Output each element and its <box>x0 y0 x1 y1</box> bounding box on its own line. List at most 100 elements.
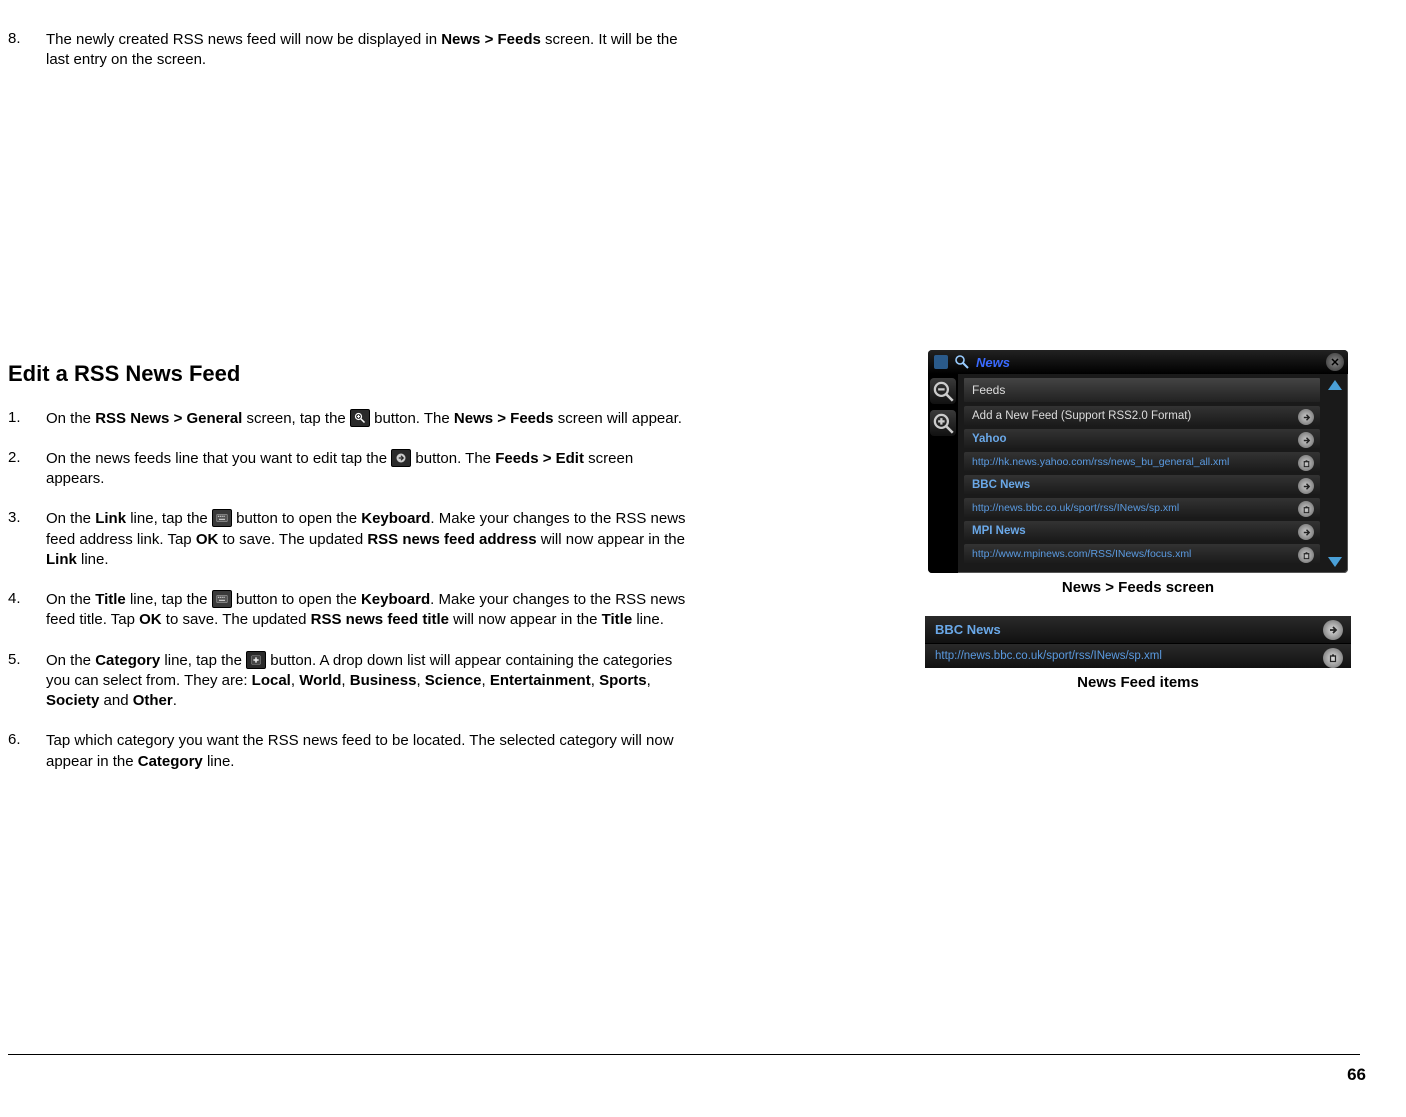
step-text: line, tap the <box>126 510 212 527</box>
step-bold: Business <box>350 672 417 689</box>
step-bold: Category <box>95 652 160 669</box>
step-text: line. <box>77 551 109 568</box>
scroll-down-icon <box>1328 557 1342 567</box>
step-text: , <box>416 672 424 689</box>
step-text: button. The <box>411 450 495 467</box>
step-bold: Science <box>425 672 482 689</box>
step-number: 5. <box>8 651 46 712</box>
step-text: to save. The updated <box>162 611 311 628</box>
step-5: 5.On the Category line, tap the button. … <box>8 651 688 712</box>
step-bold: News > Feeds <box>454 410 554 427</box>
close-icon <box>1326 353 1344 371</box>
feed-name: Yahoo <box>972 433 1007 445</box>
zoom-in-icon <box>930 410 956 436</box>
step-text: button to open the <box>232 591 361 608</box>
step-text: , <box>647 672 651 689</box>
page-footer-rule <box>8 1054 1360 1055</box>
feed-name-row: BBC News <box>964 475 1320 495</box>
step-8: 8. The newly created RSS news feed will … <box>8 30 688 71</box>
screenshot-main: Feeds Add a New Feed (Support RSS2.0 For… <box>958 374 1348 573</box>
step-8-text-a: The newly created RSS news feed will now… <box>46 31 441 48</box>
step-text: line. <box>203 753 235 770</box>
step-8-bold: News > Feeds <box>441 31 541 48</box>
feed-url: http://hk.news.yahoo.com/rss/news_bu_gen… <box>972 456 1229 468</box>
mini-feed-url-row: http://news.bbc.co.uk/sport/rss/INews/sp… <box>925 643 1351 668</box>
step-bold: Keyboard <box>361 591 430 608</box>
step-text: , <box>291 672 299 689</box>
step-text: to save. The updated <box>218 531 367 548</box>
step-number: 6. <box>8 731 46 772</box>
feed-name: MPI News <box>972 525 1026 537</box>
step-body: On the RSS News > General screen, tap th… <box>46 409 688 429</box>
step-text: screen, tap the <box>242 410 350 427</box>
app-icon <box>934 355 948 369</box>
step-text: will now appear in the <box>537 531 685 548</box>
step-bold: Keyboard <box>361 510 430 527</box>
trash-icon <box>1298 501 1314 517</box>
feed-url-row: http://news.bbc.co.uk/sport/rss/INews/sp… <box>964 498 1320 518</box>
feed-url: http://www.mpinews.com/RSS/INews/focus.x… <box>972 548 1191 560</box>
mini-feed-name: BBC News <box>935 622 1001 637</box>
step-bold: OK <box>196 531 219 548</box>
step-bold: Title <box>602 611 633 628</box>
step-body: On the news feeds line that you want to … <box>46 449 688 490</box>
step-bold: Link <box>95 510 126 527</box>
step-1: 1.On the RSS News > General screen, tap … <box>8 409 688 429</box>
step-text: , <box>482 672 490 689</box>
right-column: News Feeds Add a <box>918 30 1358 792</box>
page-number: 66 <box>1347 1065 1366 1085</box>
feed-name-row: MPI News <box>964 521 1320 541</box>
news-feed-items-screenshot: BBC News http://news.bbc.co.uk/sport/rss… <box>925 616 1351 668</box>
arrow-right-icon <box>1298 524 1314 540</box>
feed-url-row: http://www.mpinews.com/RSS/INews/focus.x… <box>964 544 1320 564</box>
step-bold: Link <box>46 551 77 568</box>
step-3: 3.On the Link line, tap the button to op… <box>8 509 688 570</box>
mini-feed-url: http://news.bbc.co.uk/sport/rss/INews/sp… <box>935 650 1162 662</box>
keyboard-icon <box>212 590 232 608</box>
arrow-right-icon <box>1298 478 1314 494</box>
step-text: and <box>99 692 132 709</box>
step-bold: Local <box>252 672 291 689</box>
news-feeds-screenshot: News Feeds Add a <box>928 350 1348 573</box>
arrow-right-icon <box>391 449 411 467</box>
step-6: 6.Tap which category you want the RSS ne… <box>8 731 688 772</box>
step-body: On the Title line, tap the button to ope… <box>46 590 688 631</box>
step-bold: RSS news feed title <box>311 611 449 628</box>
step-bold: Society <box>46 692 99 709</box>
step-bold: Sports <box>599 672 647 689</box>
step-text: line. <box>632 611 664 628</box>
keyboard-icon <box>212 509 232 527</box>
magnify-plus-icon <box>350 409 370 427</box>
arrow-right-icon <box>1298 432 1314 448</box>
add-feed-row: Add a New Feed (Support RSS2.0 Format) <box>964 406 1320 426</box>
step-number: 4. <box>8 590 46 631</box>
step-bold: Title <box>95 591 126 608</box>
step-bold: Other <box>133 692 173 709</box>
step-text: , <box>591 672 599 689</box>
step-body: On the Category line, tap the button. A … <box>46 651 688 712</box>
feed-name: BBC News <box>972 479 1030 491</box>
step-body: On the Link line, tap the button to open… <box>46 509 688 570</box>
step-text: line, tap the <box>160 652 246 669</box>
screenshot-title: News <box>976 355 1010 370</box>
search-icon <box>954 354 970 370</box>
add-feed-label: Add a New Feed (Support RSS2.0 Format) <box>972 410 1191 422</box>
step-text: On the news feeds line that you want to … <box>46 450 391 467</box>
step-bold: Entertainment <box>490 672 591 689</box>
step-bold: OK <box>139 611 162 628</box>
step-bold: Category <box>138 753 203 770</box>
caption-2: News Feed items <box>918 674 1358 691</box>
feed-name-row: Yahoo <box>964 429 1320 449</box>
step-text: will now appear in the <box>449 611 602 628</box>
step-text: . <box>173 692 177 709</box>
step-text: On the <box>46 591 95 608</box>
feed-url: http://news.bbc.co.uk/sport/rss/INews/sp… <box>972 502 1179 514</box>
step-text: , <box>341 672 349 689</box>
screenshot-sidebar <box>928 374 958 573</box>
section-heading: Edit a RSS News Feed <box>8 361 688 387</box>
feeds-header: Feeds <box>964 378 1320 402</box>
left-column: 8. The newly created RSS news feed will … <box>8 30 708 792</box>
zoom-out-icon <box>930 378 956 404</box>
step-bold: Feeds > Edit <box>495 450 584 467</box>
step-number: 3. <box>8 509 46 570</box>
